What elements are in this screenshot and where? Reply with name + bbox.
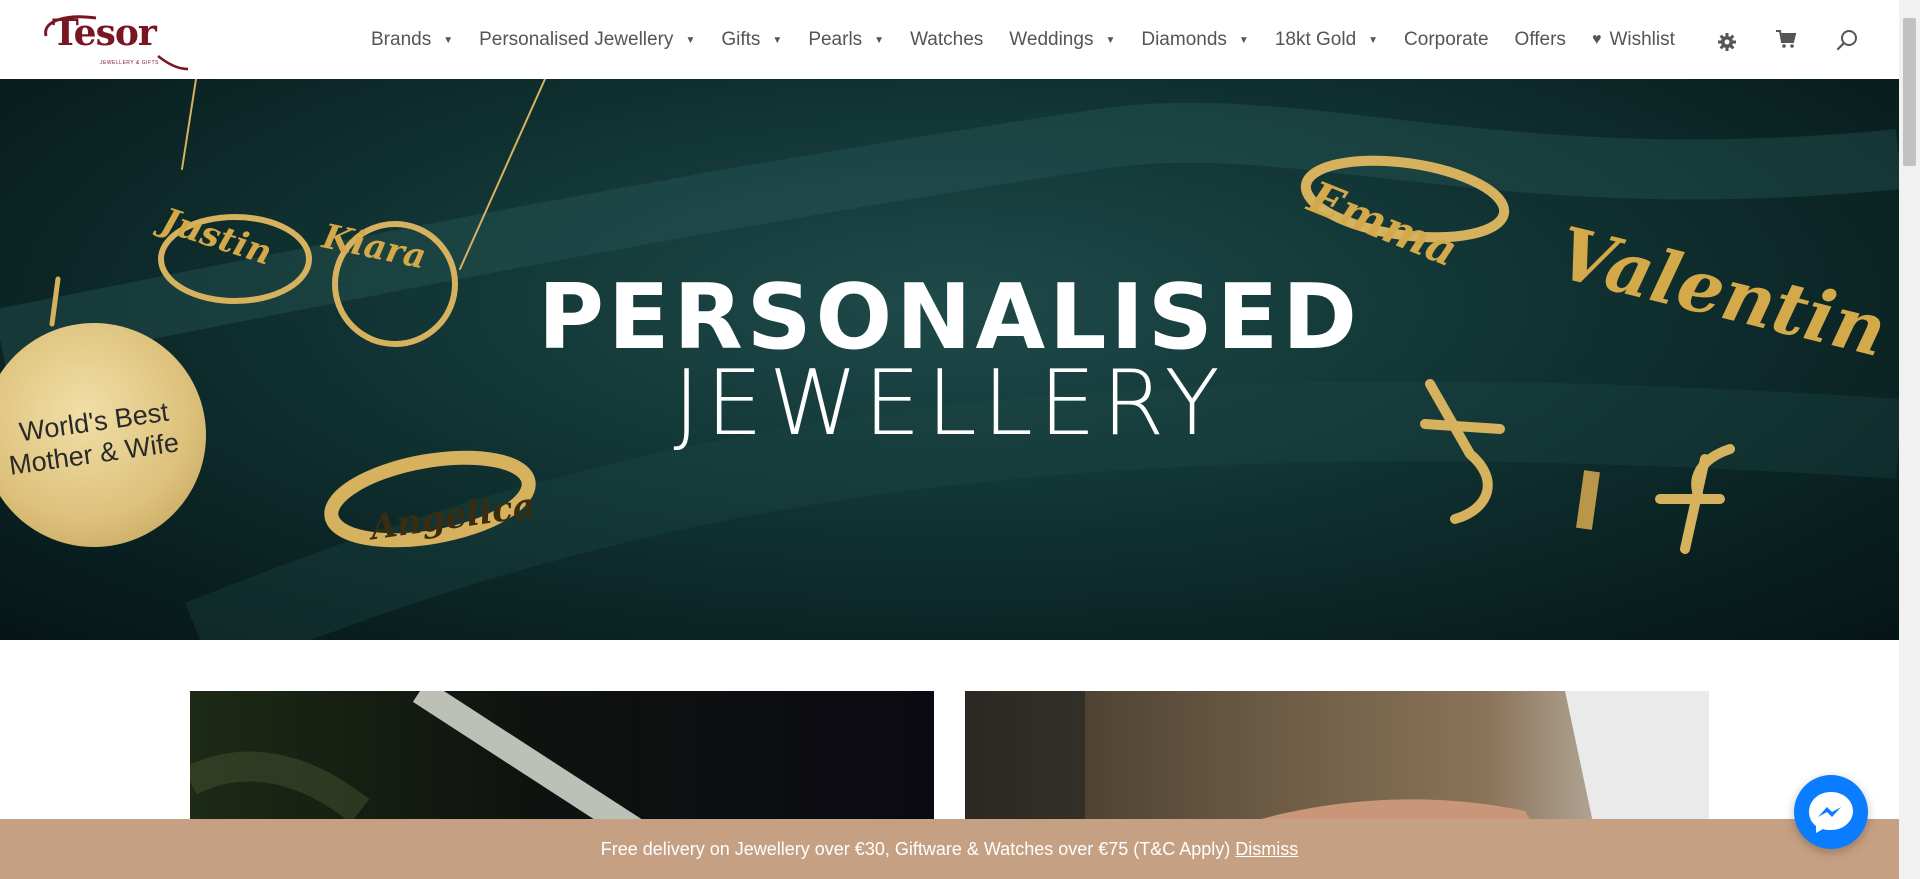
nav-label: 18kt Gold (1274, 29, 1357, 50)
notice-text: Free delivery on Jewellery over €30, Gif… (600, 838, 1231, 859)
search-icon[interactable] (1835, 28, 1859, 52)
caret-down-icon: ▼ (772, 34, 783, 46)
nav-weddings[interactable]: Weddings ▼ (1009, 29, 1115, 51)
nav-label: Gifts (721, 29, 761, 50)
caret-down-icon: ▼ (443, 34, 454, 46)
logo-tagline: JEWELLERY & GIFTS (100, 60, 159, 66)
nav-gifts[interactable]: Gifts ▼ (721, 29, 782, 51)
caret-down-icon: ▼ (1105, 34, 1116, 46)
nav-label: Weddings (1009, 29, 1094, 50)
page: Tesor JEWELLERY & GIFTS Brands ▼ Persona… (0, 0, 1920, 879)
free-delivery-notice: Free delivery on Jewellery over €30, Gif… (0, 819, 1899, 879)
nav-label: Wishlist (1609, 29, 1675, 50)
nav-personalised-jewellery[interactable]: Personalised Jewellery ▼ (479, 29, 695, 51)
nav-label: Watches (910, 29, 984, 50)
nav-watches[interactable]: Watches (910, 29, 983, 51)
nav-corporate[interactable]: Corporate (1404, 29, 1489, 51)
page-scrollbar[interactable] (1899, 0, 1920, 879)
nav-label: Corporate (1404, 29, 1489, 50)
nav-18kt-gold[interactable]: 18kt Gold ▼ (1275, 29, 1378, 51)
nav-label: Diamonds (1141, 29, 1227, 50)
nav-label: Offers (1514, 29, 1566, 50)
hero-title-line2: JEWELLERY (673, 351, 1226, 456)
cart-icon[interactable] (1775, 29, 1797, 49)
nav-diamonds[interactable]: Diamonds ▼ (1141, 29, 1248, 51)
nav-label: Brands (371, 29, 432, 50)
nav-label: Pearls (808, 29, 863, 50)
caret-down-icon: ▼ (1238, 34, 1249, 46)
nav-wishlist[interactable]: ♥ Wishlist (1592, 29, 1675, 51)
tesor-logo[interactable]: Tesor JEWELLERY & GIFTS (38, 8, 188, 72)
dismiss-link[interactable]: Dismiss (1235, 839, 1298, 860)
nav-offers[interactable]: Offers (1515, 29, 1566, 51)
messenger-icon (1809, 792, 1853, 833)
logo-wordmark: Tesor (52, 12, 157, 54)
caret-down-icon: ▼ (685, 34, 696, 46)
nav-pearls[interactable]: Pearls ▼ (808, 29, 884, 51)
nav-label: Personalised Jewellery (479, 29, 674, 50)
site-header: Tesor JEWELLERY & GIFTS Brands ▼ Persona… (0, 0, 1899, 80)
hero-banner[interactable]: World's Best Mother & Wife Justin Kiara … (0, 79, 1899, 640)
gear-icon[interactable] (1717, 32, 1737, 52)
caret-down-icon: ▼ (874, 34, 885, 46)
scrollbar-thumb[interactable] (1903, 18, 1916, 166)
main-nav: Brands ▼ Personalised Jewellery ▼ Gifts … (371, 0, 1701, 80)
caret-down-icon: ▼ (1368, 34, 1379, 46)
nav-brands[interactable]: Brands ▼ (371, 29, 453, 51)
heart-icon: ♥ (1591, 31, 1602, 48)
messenger-chat-button[interactable] (1794, 775, 1868, 849)
